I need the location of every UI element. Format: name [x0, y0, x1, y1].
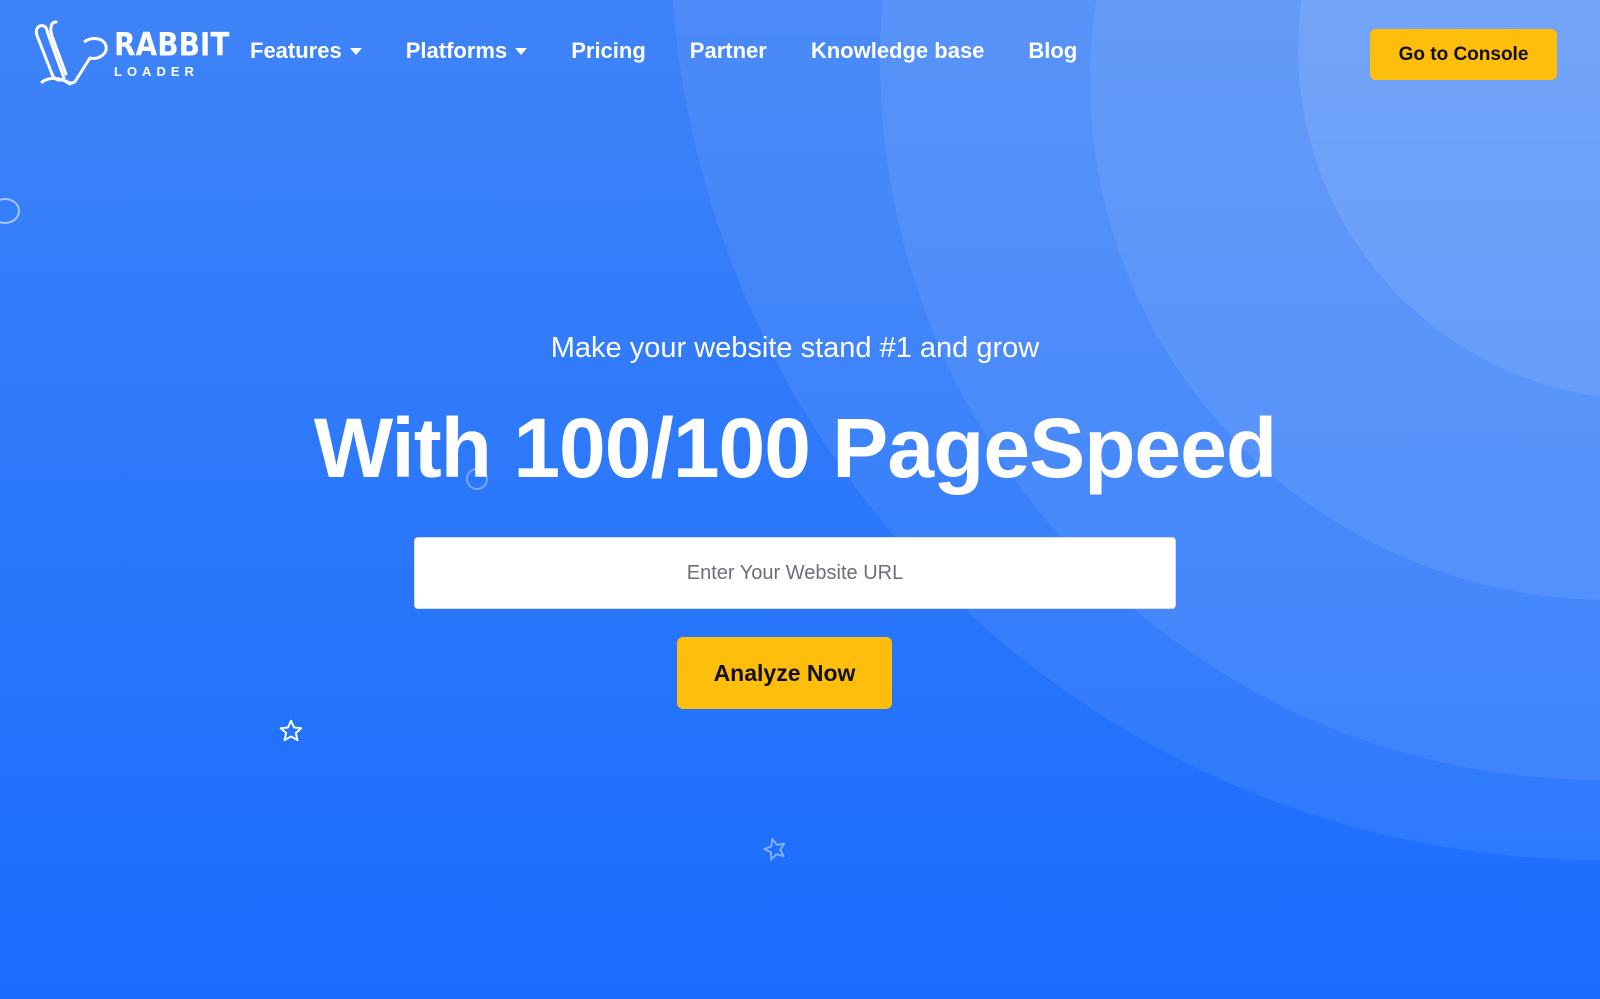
go-to-console-button[interactable]: Go to Console — [1370, 29, 1557, 80]
nav-item-features[interactable]: Features — [250, 38, 362, 64]
brand-name-bottom: LOADER — [114, 63, 199, 79]
star-icon — [763, 838, 786, 861]
analyze-now-button[interactable]: Analyze Now — [677, 637, 892, 709]
chevron-down-icon — [349, 47, 362, 55]
nav-item-label: Features — [250, 38, 342, 63]
nav-item-blog[interactable]: Blog — [1028, 38, 1077, 64]
decorative-circle — [0, 198, 20, 224]
rabbit-ears-icon — [34, 20, 108, 86]
main-nav: Features Platforms Pricing Partner Knowl… — [250, 38, 1121, 64]
hero-title: With 100/100 PageSpeed — [313, 401, 1277, 495]
background-arcs — [0, 0, 1600, 999]
star-icon — [279, 719, 303, 742]
nav-item-label: Pricing — [571, 38, 646, 63]
nav-item-label: Knowledge base — [810, 38, 985, 63]
brand-name-top: RABBIT — [114, 24, 230, 63]
nav-item-pricing[interactable]: Pricing — [571, 38, 646, 64]
hero-subtitle: Make your website stand #1 and grow — [550, 332, 1040, 364]
nav-item-platforms[interactable]: Platforms — [405, 38, 528, 64]
website-url-input[interactable] — [414, 537, 1176, 609]
nav-item-knowledge-base[interactable]: Knowledge base — [811, 38, 985, 64]
chevron-down-icon — [515, 47, 528, 55]
nav-item-label: Blog — [1028, 38, 1078, 63]
site-header: RABBIT LOADER Features Platforms Pricing… — [0, 0, 1600, 110]
background-arc — [880, 0, 1600, 780]
nav-item-label: Partner — [689, 38, 767, 63]
brand-logo[interactable]: RABBIT LOADER — [34, 20, 229, 88]
nav-item-partner[interactable]: Partner — [690, 38, 767, 64]
nav-item-label: Platforms — [405, 38, 508, 63]
